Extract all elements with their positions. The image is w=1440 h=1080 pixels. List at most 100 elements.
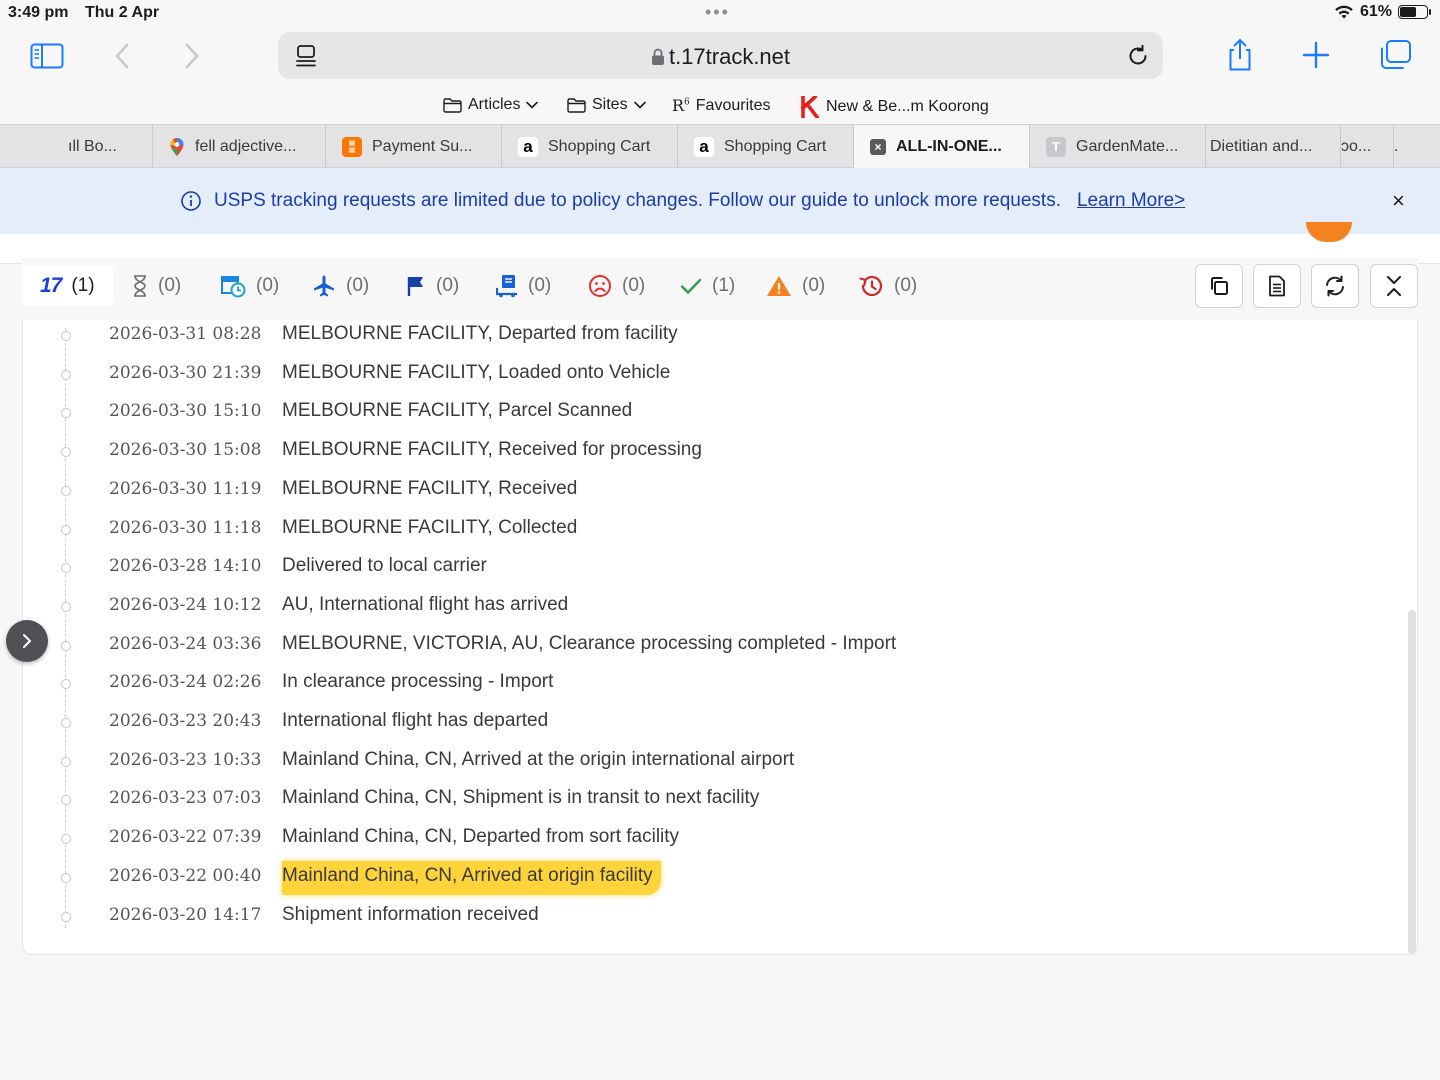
tab-shopping-cart-1[interactable]: a Shopping Cart (502, 125, 678, 168)
letter-t-icon: T (1046, 136, 1066, 157)
event-time: 2026-03-30 11:19 (109, 478, 262, 499)
timeline-node-icon (61, 911, 71, 922)
timeline-event: 2026-03-24 02:26 In clearance processing … (23, 666, 1323, 704)
chevron-down-icon (633, 101, 646, 109)
timeline-event: 2026-03-30 11:18 MELBOURNE FACILITY, Coll… (23, 512, 1323, 550)
filter-count: (0) (256, 275, 280, 296)
tab-label: Shopping Cart (548, 137, 651, 155)
hourglass-icon (134, 275, 146, 297)
filter-count: (0) (622, 275, 646, 296)
collapse-button[interactable] (1370, 264, 1418, 308)
learn-more-link[interactable]: Learn More> (1077, 190, 1185, 212)
copy-button[interactable] (1195, 264, 1243, 308)
tab-label: . (1394, 137, 1399, 155)
timeline-node-icon (61, 563, 71, 574)
status-date: Thu 2 Apr (85, 4, 160, 21)
new-tab-icon[interactable] (1302, 41, 1330, 69)
filter-not-found[interactable]: (0) (132, 266, 181, 306)
tab-dietitian[interactable]: Dietitian and... (1206, 125, 1341, 168)
multitasking-dots-icon[interactable]: ••• (705, 2, 730, 23)
event-time: 2026-03-30 11:18 (109, 517, 262, 538)
tab-shopping-cart-2[interactable]: a Shopping Cart (678, 125, 854, 168)
plane-icon (314, 275, 334, 297)
event-time: 2026-03-30 15:10 (109, 401, 262, 422)
bookmark-favourites[interactable]: R6 Favourites (672, 96, 770, 115)
filter-count: (0) (802, 275, 826, 296)
timeline-event: 2026-03-30 15:08 MELBOURNE FACILITY, Rece… (23, 434, 1323, 472)
scrollbar[interactable] (1408, 610, 1416, 954)
event-time: 2026-03-23 10:33 (109, 749, 262, 770)
sidebar-toggle-icon[interactable] (30, 43, 64, 69)
event-description: Shipment information received (282, 903, 539, 925)
forward-icon[interactable] (182, 42, 202, 70)
filter-info-received[interactable]: (0) (220, 266, 279, 306)
tab-overview-icon[interactable] (1378, 39, 1412, 71)
timeline-node-icon (61, 485, 71, 496)
filter-alert[interactable]: (0) (766, 266, 825, 306)
timeline-event: 2026-03-30 21:39 MELBOURNE FACILITY, Load… (23, 357, 1323, 395)
filter-pick-up[interactable]: (0) (406, 266, 459, 306)
event-description: Mainland China, CN, Shipment is in trans… (282, 787, 760, 809)
timeline-event: 2026-03-22 07:39 Mainland China, CN, Depa… (23, 821, 1323, 859)
timeline-node-icon (61, 369, 71, 380)
filter-undelivered[interactable]: (0) (588, 266, 645, 306)
tab-overflow[interactable]: . (1394, 125, 1440, 168)
timeline-event: 2026-03-24 03:36 MELBOURNE, VICTORIA, AU,… (23, 628, 1323, 666)
event-time: 2026-03-22 07:39 (109, 827, 262, 848)
tab-label: ıll Bo... (68, 137, 117, 155)
tab-po[interactable]: ɔo... (1341, 125, 1394, 168)
address-bar[interactable]: t.17track.net (278, 32, 1163, 79)
tab-ill-bo[interactable]: ıll Bo... (0, 125, 153, 168)
tab-payment[interactable]: ▦ ▦ Payment Su... (326, 125, 502, 168)
tab-label: Shopping Cart (724, 137, 827, 155)
back-icon[interactable] (112, 42, 132, 70)
favourites-bar: Articles Sites R6 Favourites New & Be...… (0, 88, 1440, 122)
refresh-button[interactable] (1311, 264, 1359, 308)
tab-all-in-one[interactable]: × ALL-IN-ONE... (854, 125, 1030, 168)
filter-delivered[interactable]: (1) (680, 266, 735, 306)
event-description: International flight has departed (282, 710, 549, 731)
folder-icon (443, 97, 462, 113)
tab-gardenmate[interactable]: T GardenMate... (1030, 125, 1206, 168)
filter-all[interactable]: 17 (1) (22, 266, 113, 306)
bookmark-sites[interactable]: Sites (567, 96, 646, 114)
status-time: 3:49 pm (8, 4, 69, 21)
wifi-icon (1335, 5, 1353, 19)
filter-in-transit[interactable]: (0) (312, 266, 369, 306)
tab-fell-adjective[interactable]: fell adjective... (153, 125, 326, 168)
event-time: 2026-03-24 02:26 (109, 672, 262, 693)
refresh-icon (1326, 275, 1344, 297)
bookmark-koorong[interactable]: New & Be...m Koorong (800, 96, 989, 118)
document-button[interactable] (1253, 264, 1301, 308)
timeline-node-icon (61, 872, 71, 883)
event-description: Mainland China, CN, Departed from sort f… (282, 826, 680, 848)
amazon-icon: a (694, 136, 714, 157)
expand-sidebar-button[interactable] (6, 620, 48, 662)
timeline-event: 2026-03-28 14:10 Delivered to local carri… (23, 550, 1323, 588)
history-icon (859, 275, 883, 297)
event-time: 2026-03-30 15:08 (109, 440, 262, 461)
filter-count: (0) (528, 275, 552, 296)
filter-count: (0) (436, 275, 460, 296)
bookmark-articles[interactable]: Articles (443, 96, 539, 114)
close-tab-icon[interactable]: × (870, 138, 886, 155)
flag-icon (407, 277, 423, 296)
bookmark-label: Articles (468, 96, 521, 113)
k-icon (800, 96, 820, 118)
browser-toolbar: t.17track.net (0, 26, 1440, 86)
share-icon[interactable] (1225, 38, 1255, 72)
timeline-node-icon (61, 601, 71, 612)
event-time: 2026-03-30 21:39 (109, 362, 262, 383)
pickup-icon (221, 276, 246, 298)
timeline-node-icon (61, 524, 71, 535)
filter-expired[interactable]: (0) (858, 266, 917, 306)
filter-out-for-delivery[interactable]: (0) (496, 266, 551, 306)
folder-icon (567, 97, 586, 113)
timeline-event: 2026-03-23 20:43 International flight has… (23, 705, 1323, 743)
timeline-event: 2026-03-30 15:10 MELBOURNE FACILITY, Parc… (23, 395, 1323, 433)
tab-label: ɔo... (1341, 137, 1372, 155)
event-time: 2026-03-23 07:03 (109, 788, 262, 809)
close-icon[interactable]: × (1392, 188, 1405, 214)
reload-icon[interactable] (1126, 44, 1150, 68)
timeline-event: 2026-03-20 14:17 Shipment information rec… (23, 899, 1323, 937)
